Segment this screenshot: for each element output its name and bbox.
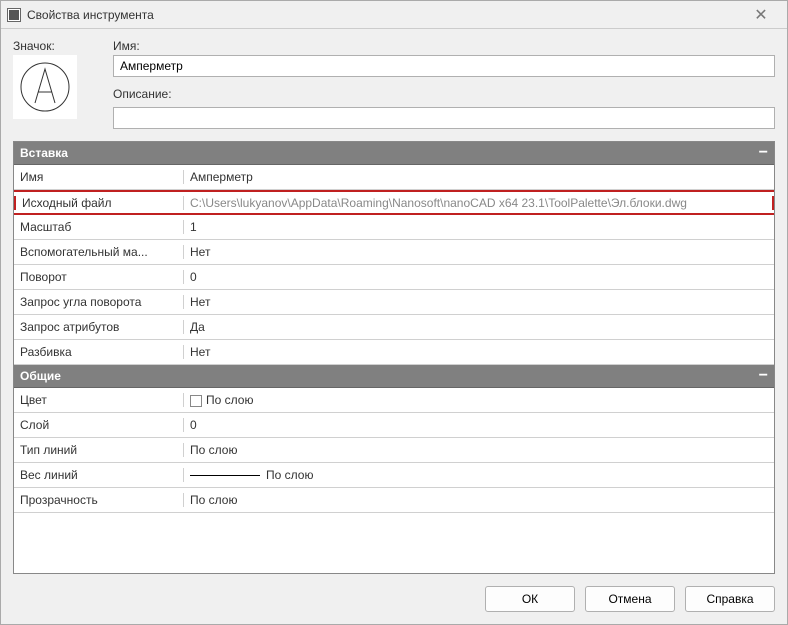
row-auxscale[interactable]: Вспомогательный ма... Нет (14, 240, 774, 265)
row-scale[interactable]: Масштаб 1 (14, 215, 774, 240)
row-transparency-val[interactable]: По слою (184, 493, 774, 507)
titlebar: Свойства инструмента ✕ (1, 1, 787, 29)
row-lineweight[interactable]: Вес линий По слою (14, 463, 774, 488)
row-rotation-key: Поворот (14, 270, 184, 284)
row-sourcefile[interactable]: Исходный файл C:\Users\lukyanov\AppData\… (14, 190, 774, 215)
top-area: Значок: Имя: Описание: (13, 39, 775, 129)
collapse-icon[interactable]: − (759, 147, 768, 159)
icon-column: Значок: (13, 39, 113, 129)
row-layer-val[interactable]: 0 (184, 418, 774, 432)
row-scale-key: Масштаб (14, 220, 184, 234)
ok-button[interactable]: ОК (485, 586, 575, 612)
content-area: Значок: Имя: Описание: Вставка − (1, 29, 787, 574)
row-layer[interactable]: Слой 0 (14, 413, 774, 438)
row-color-val[interactable]: По слою (184, 393, 774, 407)
row-name[interactable]: Имя Амперметр (14, 165, 774, 190)
row-linetype-val[interactable]: По слою (184, 443, 774, 457)
row-linetype-key: Тип линий (14, 443, 184, 457)
row-rotation-val[interactable]: 0 (184, 270, 774, 284)
row-explode[interactable]: Разбивка Нет (14, 340, 774, 365)
button-bar: ОК Отмена Справка (1, 574, 787, 624)
section-insert-title: Вставка (20, 146, 68, 160)
line-sample-icon (190, 475, 260, 476)
row-auxscale-key: Вспомогательный ма... (14, 245, 184, 259)
window-title: Свойства инструмента (27, 8, 741, 22)
row-lineweight-key: Вес линий (14, 468, 184, 482)
row-lineweight-val[interactable]: По слою (184, 468, 774, 482)
row-promptrot-val[interactable]: Нет (184, 295, 774, 309)
row-name-val[interactable]: Амперметр (184, 170, 774, 184)
row-transparency[interactable]: Прозрачность По слою (14, 488, 774, 513)
row-explode-key: Разбивка (14, 345, 184, 359)
row-rotation[interactable]: Поворот 0 (14, 265, 774, 290)
row-linetype[interactable]: Тип линий По слою (14, 438, 774, 463)
fields-column: Имя: Описание: (113, 39, 775, 129)
row-promptrot[interactable]: Запрос угла поворота Нет (14, 290, 774, 315)
row-promptattr-key: Запрос атрибутов (14, 320, 184, 334)
section-insert-header[interactable]: Вставка − (14, 142, 774, 165)
row-transparency-key: Прозрачность (14, 493, 184, 507)
cancel-button[interactable]: Отмена (585, 586, 675, 612)
icon-label: Значок: (13, 39, 113, 53)
row-auxscale-val[interactable]: Нет (184, 245, 774, 259)
description-input[interactable] (113, 107, 775, 129)
section-general-title: Общие (20, 369, 61, 383)
help-button[interactable]: Справка (685, 586, 775, 612)
row-sourcefile-key: Исходный файл (14, 196, 184, 210)
name-input[interactable] (113, 55, 775, 77)
close-icon[interactable]: ✕ (741, 5, 781, 25)
section-general-header[interactable]: Общие − (14, 365, 774, 388)
row-promptrot-key: Запрос угла поворота (14, 295, 184, 309)
row-color[interactable]: Цвет По слою (14, 388, 774, 413)
row-name-key: Имя (14, 170, 184, 184)
row-sourcefile-val[interactable]: C:\Users\lukyanov\AppData\Roaming\Nanoso… (184, 196, 774, 210)
row-color-key: Цвет (14, 393, 184, 407)
app-icon (7, 8, 21, 22)
row-layer-key: Слой (14, 418, 184, 432)
row-explode-val[interactable]: Нет (184, 345, 774, 359)
row-promptattr-val[interactable]: Да (184, 320, 774, 334)
properties-panel: Вставка − Имя Амперметр Исходный файл C:… (13, 141, 775, 574)
tool-properties-window: Свойства инструмента ✕ Значок: Имя: Опис… (0, 0, 788, 625)
row-promptattr[interactable]: Запрос атрибутов Да (14, 315, 774, 340)
tool-icon[interactable] (13, 55, 77, 119)
ammeter-icon (17, 59, 73, 115)
collapse-icon[interactable]: − (759, 370, 768, 382)
name-label: Имя: (113, 39, 775, 53)
description-label: Описание: (113, 87, 775, 101)
row-scale-val[interactable]: 1 (184, 220, 774, 234)
color-swatch-icon (190, 395, 202, 407)
